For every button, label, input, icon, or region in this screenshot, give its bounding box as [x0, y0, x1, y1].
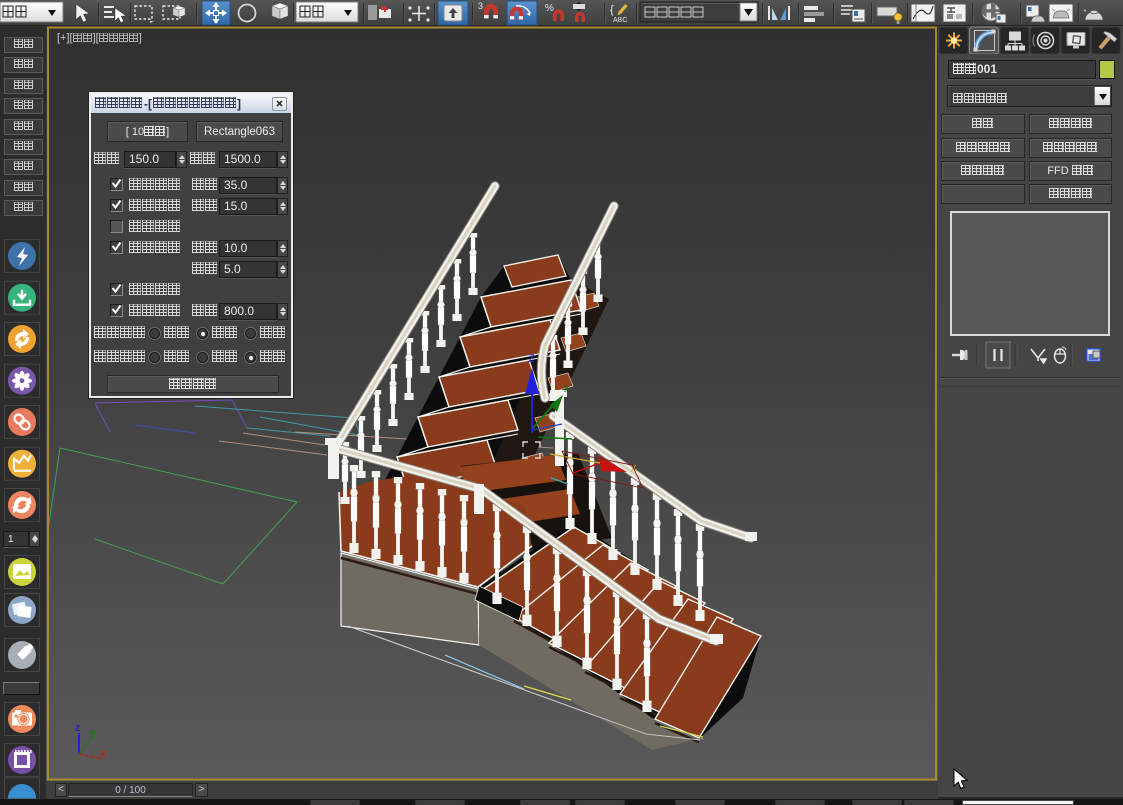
svg-text:y: y [564, 382, 569, 393]
svg-text:ABC: ABC [613, 17, 627, 24]
svg-text:y: y [90, 727, 97, 739]
svg-text:3: 3 [478, 1, 483, 11]
svg-text:%: % [545, 3, 554, 14]
svg-text:Z: Z [528, 353, 535, 365]
svg-text:x: x [100, 748, 107, 760]
svg-text:{: { [610, 4, 614, 16]
svg-text:z: z [75, 722, 81, 734]
